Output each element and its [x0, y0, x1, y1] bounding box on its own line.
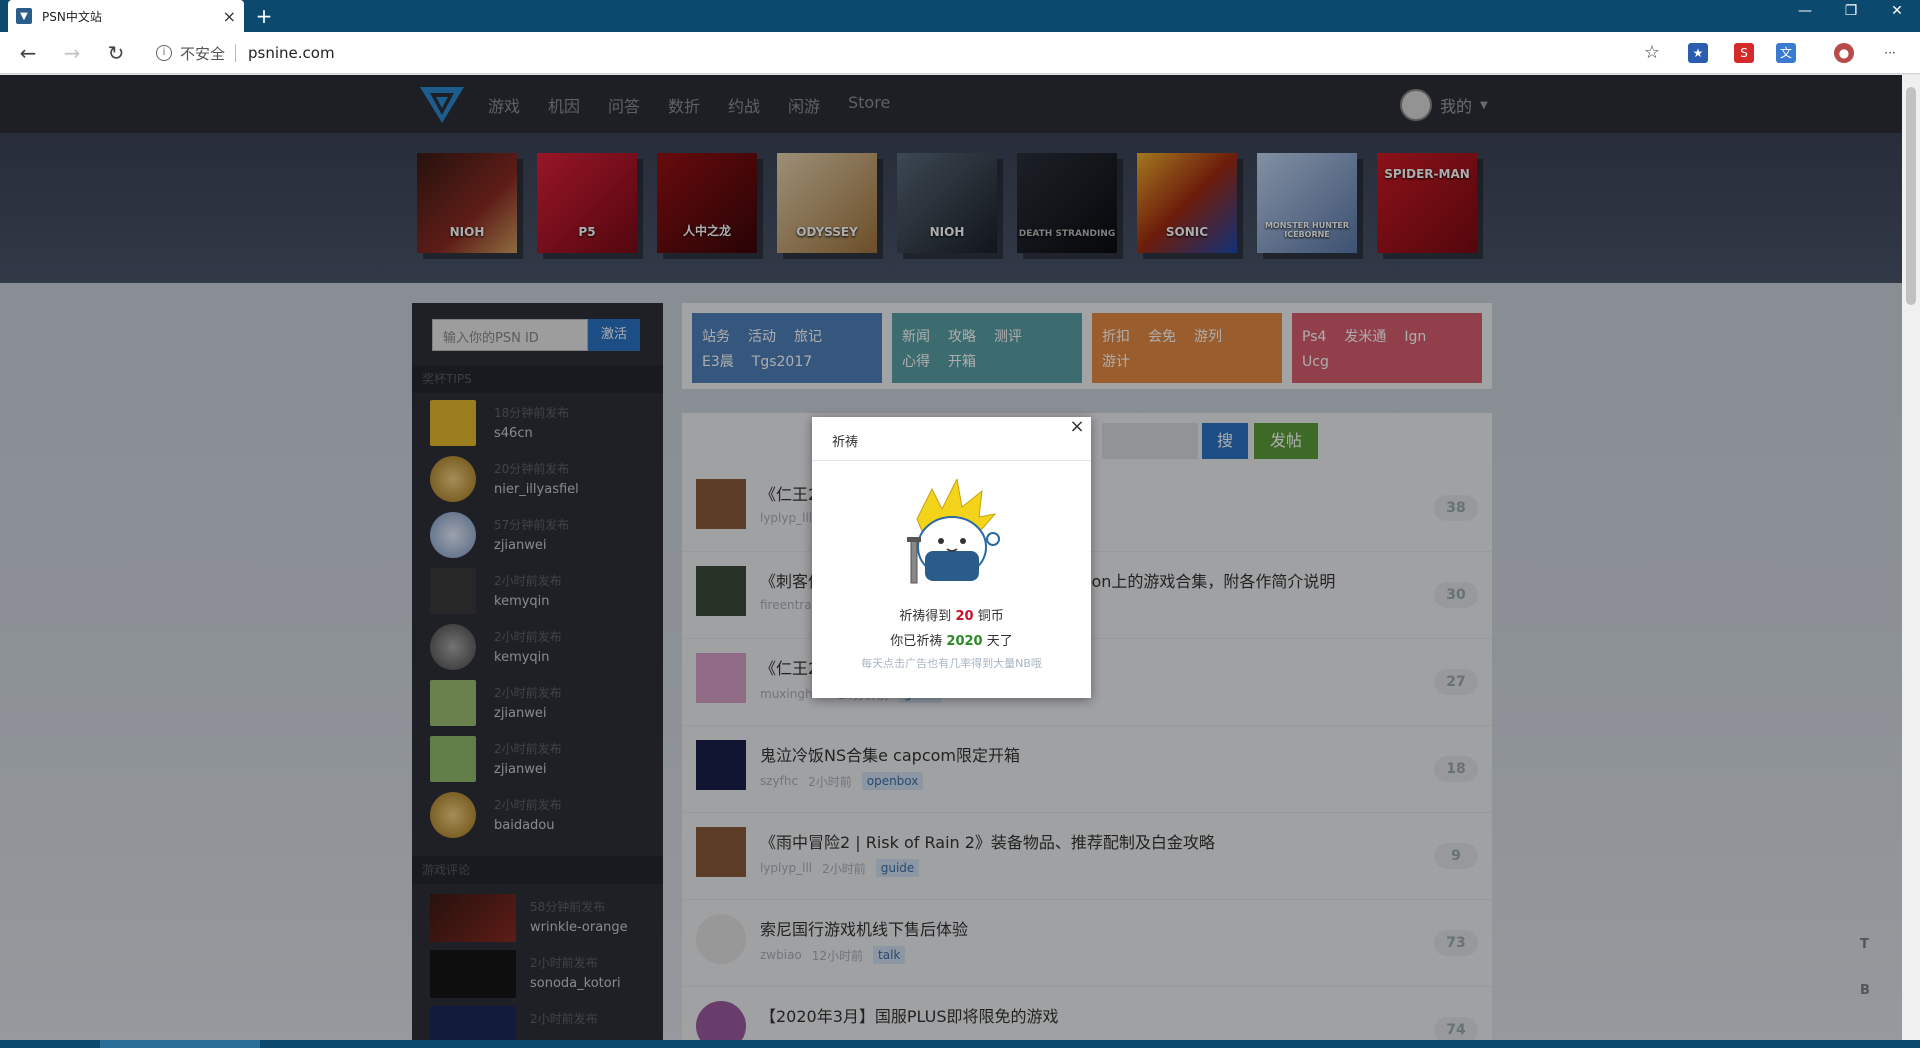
taskbar — [0, 1040, 1920, 1048]
translate-icon[interactable]: 文 — [1776, 43, 1796, 63]
pray-dialog: 祈祷 × 祈祷得到 20 铜币 你已祈祷 2020 天了 每天点击广告也有几率得… — [812, 417, 1091, 698]
tab-close-icon[interactable]: × — [223, 7, 236, 26]
browser-tab[interactable]: ▼ PSN中文站 × — [8, 0, 244, 32]
pray-days: 2020 — [946, 634, 983, 649]
psnine-favicon-icon: ▼ — [16, 8, 32, 24]
reward-line: 祈祷得到 20 铜币 — [899, 609, 1004, 624]
coin-amount: 20 — [955, 609, 974, 624]
mascot-illustration — [907, 479, 1000, 584]
browser-tab-bar: ▼ PSN中文站 × + — ❐ ✕ — [0, 0, 1920, 32]
refresh-icon[interactable]: ↻ — [102, 40, 130, 66]
tab-title: PSN中文站 — [42, 9, 102, 24]
extension-bookmark-icon[interactable]: ★ — [1688, 43, 1708, 63]
scrollbar-thumb[interactable] — [1906, 87, 1916, 305]
back-icon[interactable]: ← — [14, 40, 42, 66]
new-tab-button[interactable]: + — [252, 4, 276, 28]
dialog-title: 祈祷 — [832, 435, 859, 450]
close-icon[interactable]: × — [1067, 417, 1087, 437]
site-info-icon[interactable]: i — [156, 45, 172, 61]
window-close-icon[interactable]: ✕ — [1874, 0, 1920, 24]
address-bar: ← → ↻ i 不安全 psnine.com ☆ — [0, 32, 1920, 74]
insecure-label: 不安全 — [180, 44, 226, 63]
ad-hint[interactable]: 每天点击广告也有几率得到大量NB哦 — [812, 655, 1091, 671]
extension-red-icon[interactable]: S — [1734, 43, 1754, 63]
profile-avatar-icon[interactable]: ● — [1834, 43, 1854, 63]
url-text[interactable]: psnine.com — [248, 44, 335, 62]
restore-icon[interactable]: ❐ — [1828, 0, 1874, 24]
dialog-header: 祈祷 × — [812, 417, 1091, 461]
streak-line: 你已祈祷 2020 天了 — [890, 634, 1013, 649]
url-separator — [235, 44, 237, 62]
forward-icon[interactable]: → — [58, 40, 86, 66]
favorite-star-icon[interactable]: ☆ — [1638, 40, 1666, 66]
taskbar-active-app[interactable] — [100, 1040, 260, 1048]
browser-menu-icon[interactable]: ··· — [1880, 43, 1900, 63]
url-field[interactable]: i 不安全 psnine.com — [146, 38, 1670, 68]
minimize-icon[interactable]: — — [1782, 0, 1828, 24]
page-scrollbar[interactable] — [1902, 75, 1920, 1040]
